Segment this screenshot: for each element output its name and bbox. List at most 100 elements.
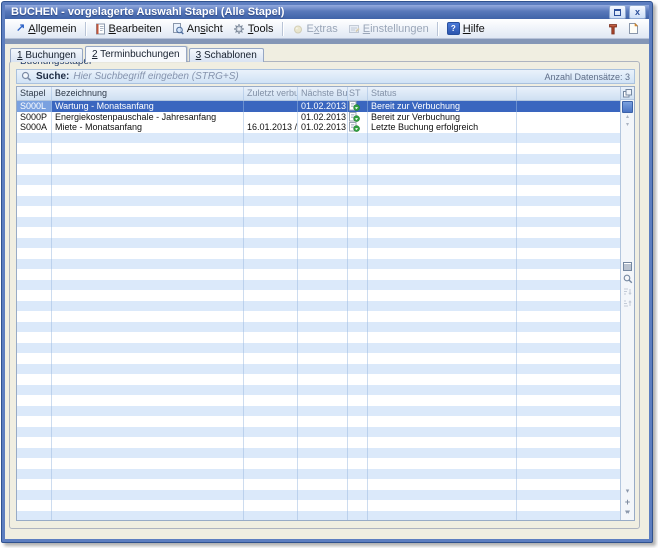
- table-row-empty[interactable]: [17, 185, 620, 196]
- table-row-empty[interactable]: [17, 322, 620, 333]
- column-header-zuletzt-verbucht[interactable]: Zuletzt verbucht: [244, 87, 298, 100]
- column-header-st[interactable]: ST: [348, 87, 368, 100]
- table-row-empty[interactable]: [17, 448, 620, 459]
- table-row-empty[interactable]: [17, 511, 620, 521]
- cell-empty: [244, 343, 298, 354]
- table-row-empty[interactable]: [17, 395, 620, 406]
- table-row-empty[interactable]: [17, 437, 620, 448]
- table-row-empty[interactable]: [17, 427, 620, 438]
- table-row-empty[interactable]: [17, 406, 620, 417]
- cell-stapel: S000A: [17, 122, 52, 133]
- table-row-empty[interactable]: [17, 206, 620, 217]
- cell-empty: [298, 479, 348, 490]
- menu-item-bearbeiten[interactable]: Bearbeiten: [90, 20, 167, 37]
- table-row-empty[interactable]: [17, 164, 620, 175]
- scroll-down-icon[interactable]: ▾: [626, 488, 630, 495]
- cell-empty: [298, 133, 348, 144]
- grid-side-strip: ▴ ▾ ▾ + ▾▾: [620, 87, 634, 520]
- menu-item-allgemein[interactable]: ↗ Allgemein: [11, 20, 82, 37]
- cell-empty: [517, 301, 620, 312]
- column-header-stapel[interactable]: Stapel: [17, 87, 52, 100]
- tab-terminbuchungen[interactable]: 2 Terminbuchungen: [85, 46, 187, 62]
- table-row-empty[interactable]: [17, 469, 620, 480]
- cell-empty: [298, 301, 348, 312]
- table-row[interactable]: S000P Energiekostenpauschale - Jahresanf…: [17, 112, 620, 123]
- cell-empty: [244, 227, 298, 238]
- table-row-empty[interactable]: [17, 248, 620, 259]
- toolbar-separator: [437, 22, 439, 36]
- cell-bezeichnung: Wartung - Monatsanfang: [52, 101, 244, 112]
- table-row-empty[interactable]: [17, 364, 620, 375]
- table-row-empty[interactable]: [17, 238, 620, 249]
- cell-empty: [298, 406, 348, 417]
- table-row-empty[interactable]: [17, 175, 620, 186]
- table-row[interactable]: S000A Miete - Monatsanfang 16.01.2013 /M…: [17, 122, 620, 133]
- grid-view-icon[interactable]: [623, 262, 632, 271]
- cell-empty: [52, 500, 244, 511]
- table-row[interactable]: S000L Wartung - Monatsanfang 01.02.2013 …: [17, 101, 620, 112]
- cell-empty: [298, 416, 348, 427]
- tab-schablonen[interactable]: 3 Schablonen: [189, 48, 264, 62]
- table-row-empty[interactable]: [17, 416, 620, 427]
- table-row-empty[interactable]: [17, 332, 620, 343]
- table-row-empty[interactable]: [17, 217, 620, 228]
- cell-empty: [298, 469, 348, 480]
- zoom-icon[interactable]: [623, 274, 633, 284]
- cell-empty: [517, 490, 620, 501]
- close-button[interactable]: x: [629, 5, 646, 19]
- menu-item-hilfe[interactable]: ? Hilfe: [442, 20, 490, 37]
- table-row-empty[interactable]: [17, 385, 620, 396]
- cell-empty: [368, 406, 517, 417]
- scrollbar-thumb[interactable]: [622, 101, 633, 113]
- table-row-empty[interactable]: [17, 259, 620, 270]
- table-row-empty[interactable]: [17, 343, 620, 354]
- table-row-empty[interactable]: [17, 374, 620, 385]
- cell-empty: [368, 280, 517, 291]
- search-input[interactable]: Hier Suchbegriff eingeben (STRG+S): [73, 71, 544, 83]
- table-row-empty[interactable]: [17, 133, 620, 144]
- table-row-empty[interactable]: [17, 479, 620, 490]
- cell-empty: [348, 353, 368, 364]
- table-row-empty[interactable]: [17, 311, 620, 322]
- tab-buchungen[interactable]: 1 Buchungen: [10, 48, 83, 62]
- table-row-empty[interactable]: [17, 269, 620, 280]
- table-row-empty[interactable]: [17, 500, 620, 511]
- cell-stapel: S000L: [17, 101, 52, 112]
- move-icon[interactable]: +: [625, 498, 630, 506]
- column-header-bezeichnung[interactable]: Bezeichnung: [52, 87, 244, 100]
- table-row-empty[interactable]: [17, 154, 620, 165]
- new-document-icon[interactable]: [627, 22, 639, 35]
- column-header-status[interactable]: Status: [368, 87, 517, 100]
- table-row-empty[interactable]: [17, 143, 620, 154]
- column-header-blank[interactable]: [517, 87, 620, 100]
- column-header-naechste-buchung[interactable]: Nächste Buchun: [298, 87, 348, 100]
- menu-item-ansicht[interactable]: Ansicht: [167, 20, 228, 37]
- table-row-empty[interactable]: [17, 227, 620, 238]
- cell-empty: [17, 133, 52, 144]
- search-icon: [21, 71, 32, 82]
- search-bar[interactable]: Suche: Hier Suchbegriff eingeben (STRG+S…: [16, 69, 635, 84]
- table-row-empty[interactable]: [17, 301, 620, 312]
- strip-header[interactable]: [621, 87, 634, 100]
- cell-empty: [368, 385, 517, 396]
- table-row-empty[interactable]: [17, 280, 620, 291]
- table-row-empty[interactable]: [17, 290, 620, 301]
- hammer-icon[interactable]: [607, 22, 619, 35]
- restore-button[interactable]: [609, 5, 626, 19]
- table-header: Stapel Bezeichnung Zuletzt verbucht Näch…: [17, 87, 620, 101]
- title-bar[interactable]: BUCHEN - vorgelagerte Auswahl Stapel (Al…: [5, 5, 649, 19]
- cell-empty: [348, 238, 368, 249]
- toolbar-separator: [85, 22, 87, 36]
- cell-empty: [517, 196, 620, 207]
- cell-empty: [368, 269, 517, 280]
- table-row-empty[interactable]: [17, 490, 620, 501]
- menu-label: Ansicht: [187, 23, 223, 35]
- table-row-empty[interactable]: [17, 353, 620, 364]
- selection-mark-down-icon[interactable]: ▾: [626, 121, 629, 129]
- menu-item-tools[interactable]: Tools: [228, 20, 279, 37]
- selection-mark-up-icon[interactable]: ▴: [626, 113, 629, 121]
- scroll-end-icon[interactable]: ▾▾: [625, 509, 628, 516]
- table-row-empty[interactable]: [17, 458, 620, 469]
- cell-empty: [298, 437, 348, 448]
- table-row-empty[interactable]: [17, 196, 620, 207]
